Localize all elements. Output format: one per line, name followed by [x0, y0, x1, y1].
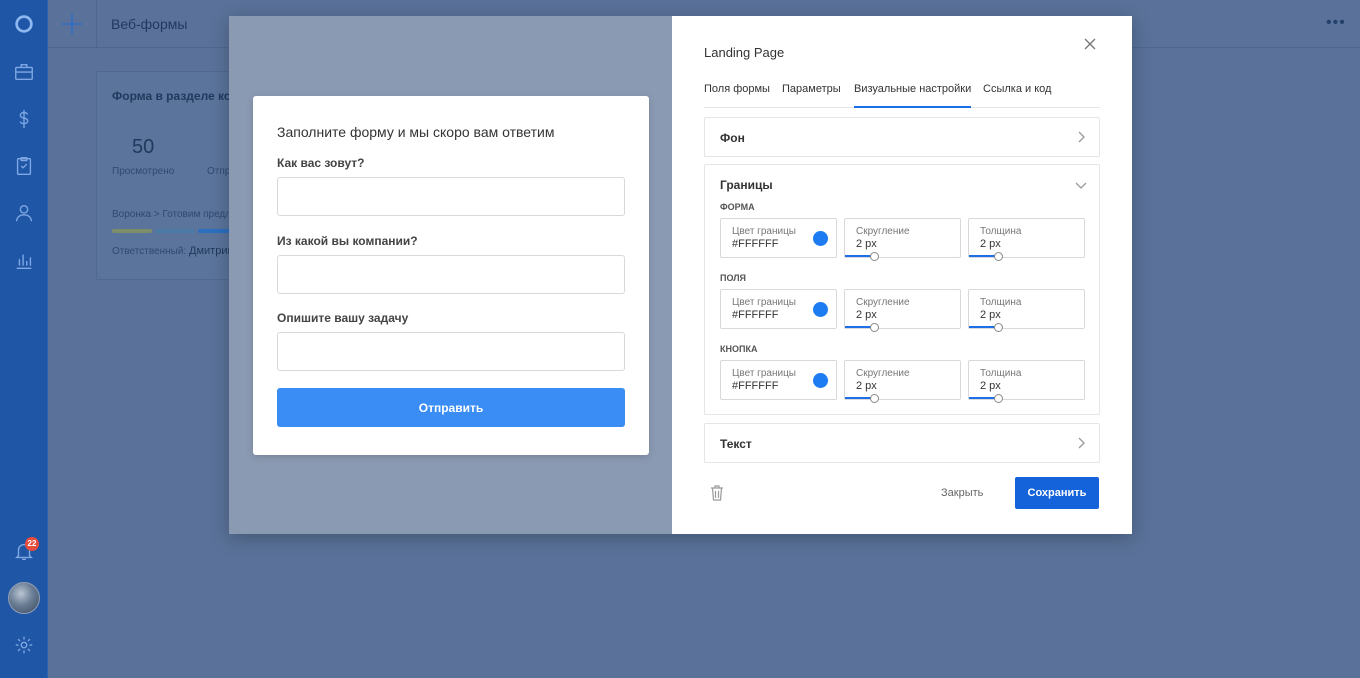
group-label-form: ФОРМА: [720, 202, 755, 212]
radius-label: Скругление: [856, 297, 910, 308]
web-form-editor-modal: Заполните форму и мы скоро вам ответим К…: [229, 16, 1132, 534]
accordion-text-title: Текст: [720, 437, 752, 451]
field-label-company: Из какой вы компании?: [277, 234, 418, 248]
plus-icon[interactable]: [60, 12, 84, 36]
width-value: 2 px: [980, 238, 1001, 250]
color-value: #FFFFFF: [732, 309, 779, 321]
clipboard-check-icon[interactable]: [12, 154, 36, 178]
color-label: Цвет границы: [732, 226, 796, 237]
radius-label: Скругление: [856, 368, 910, 379]
chevron-right-icon: [1078, 131, 1085, 143]
width-label: Толщина: [980, 226, 1022, 237]
button-radius-slider[interactable]: Скругление 2 px: [844, 360, 961, 403]
pipeline-text: Воронка > Готовим предло: [112, 209, 237, 220]
tab-form-fields[interactable]: Поля формы: [704, 83, 770, 95]
save-button[interactable]: Сохранить: [1015, 477, 1099, 509]
gear-icon[interactable]: [12, 633, 36, 657]
form-preview-pane: Заполните форму и мы скоро вам ответим К…: [229, 16, 672, 534]
responsible-label: Ответственный:: [112, 246, 187, 257]
briefcase-icon[interactable]: [12, 60, 36, 84]
dollar-icon[interactable]: [12, 107, 36, 131]
task-input[interactable]: [277, 332, 625, 371]
name-input[interactable]: [277, 177, 625, 216]
close-icon[interactable]: [1082, 36, 1098, 52]
avatar[interactable]: [8, 582, 40, 614]
field-label-task: Опишите вашу задачу: [277, 311, 409, 325]
accordion-borders: Границы ФОРМА Цвет границы #FFFFFF Скруг…: [704, 164, 1100, 415]
form-radius-slider[interactable]: Скругление 2 px: [844, 218, 961, 261]
settings-title: Landing Page: [704, 45, 785, 60]
topbar-divider: [96, 0, 97, 48]
form-border-color-field[interactable]: Цвет границы #FFFFFF: [720, 218, 837, 258]
slider-handle[interactable]: [870, 252, 879, 261]
color-value: #FFFFFF: [732, 238, 779, 250]
card-title: Форма в разделе кон: [112, 89, 239, 103]
submit-button[interactable]: Отправить: [277, 388, 625, 427]
trash-icon[interactable]: [710, 485, 724, 501]
pipeline-bar-2: [155, 229, 195, 233]
user-icon[interactable]: [12, 201, 36, 225]
slider-handle[interactable]: [994, 323, 1003, 332]
page-title: Веб-формы: [111, 16, 188, 32]
stat-value: 50: [132, 136, 155, 158]
preview-form-card: Заполните форму и мы скоро вам ответим К…: [253, 96, 649, 455]
radius-value: 2 px: [856, 309, 877, 321]
stat-label-sent: Отпр: [207, 166, 231, 177]
color-swatch[interactable]: [813, 302, 828, 317]
field-label-name: Как вас зовут?: [277, 156, 365, 170]
accordion-borders-title[interactable]: Границы: [720, 178, 773, 192]
color-value: #FFFFFF: [732, 380, 779, 392]
chevron-right-icon: [1078, 437, 1085, 449]
logo-icon[interactable]: [12, 12, 36, 36]
settings-pane: Landing Page Поля формы Параметры Визуал…: [672, 16, 1132, 534]
slider-handle[interactable]: [994, 252, 1003, 261]
button-border-color-field[interactable]: Цвет границы #FFFFFF: [720, 360, 837, 400]
accordion-background[interactable]: Фон: [704, 117, 1100, 157]
chevron-down-icon[interactable]: [1075, 179, 1087, 191]
fields-border-color-field[interactable]: Цвет границы #FFFFFF: [720, 289, 837, 329]
color-label: Цвет границы: [732, 368, 796, 379]
color-swatch[interactable]: [813, 231, 828, 246]
width-label: Толщина: [980, 297, 1022, 308]
pipeline-bar-1: [112, 229, 152, 233]
fields-radius-slider[interactable]: Скругление 2 px: [844, 289, 961, 332]
fields-width-slider[interactable]: Толщина 2 px: [968, 289, 1085, 332]
notification-badge: 22: [25, 537, 39, 551]
accordion-background-title: Фон: [720, 131, 745, 145]
settings-tabs: Поля формы Параметры Визуальные настройк…: [704, 80, 1100, 108]
group-label-fields: ПОЛЯ: [720, 273, 747, 283]
tab-parameters[interactable]: Параметры: [782, 83, 841, 95]
more-icon[interactable]: •••: [1326, 14, 1346, 32]
preview-form-title: Заполните форму и мы скоро вам ответим: [277, 124, 555, 140]
radius-value: 2 px: [856, 380, 877, 392]
group-label-button: КНОПКА: [720, 344, 758, 354]
tab-visual-settings[interactable]: Визуальные настройки: [854, 83, 972, 108]
radius-value: 2 px: [856, 238, 877, 250]
accordion-text[interactable]: Текст: [704, 423, 1100, 463]
sidebar: 22: [0, 0, 48, 678]
responsible-name: Дмитрий: [189, 245, 234, 257]
form-width-slider[interactable]: Толщина 2 px: [968, 218, 1085, 261]
bar-chart-icon[interactable]: [12, 249, 36, 273]
color-swatch[interactable]: [813, 373, 828, 388]
close-button[interactable]: Закрыть: [941, 487, 983, 499]
slider-handle[interactable]: [870, 323, 879, 332]
color-label: Цвет границы: [732, 297, 796, 308]
radius-label: Скругление: [856, 226, 910, 237]
slider-handle[interactable]: [870, 394, 879, 403]
company-input[interactable]: [277, 255, 625, 294]
width-value: 2 px: [980, 309, 1001, 321]
width-value: 2 px: [980, 380, 1001, 392]
button-width-slider[interactable]: Толщина 2 px: [968, 360, 1085, 403]
tab-link-and-code[interactable]: Ссылка и код: [983, 83, 1051, 95]
slider-handle[interactable]: [994, 394, 1003, 403]
width-label: Толщина: [980, 368, 1022, 379]
pipeline-bar-3: [198, 229, 230, 233]
stat-label-viewed: Просмотрено: [112, 166, 175, 177]
